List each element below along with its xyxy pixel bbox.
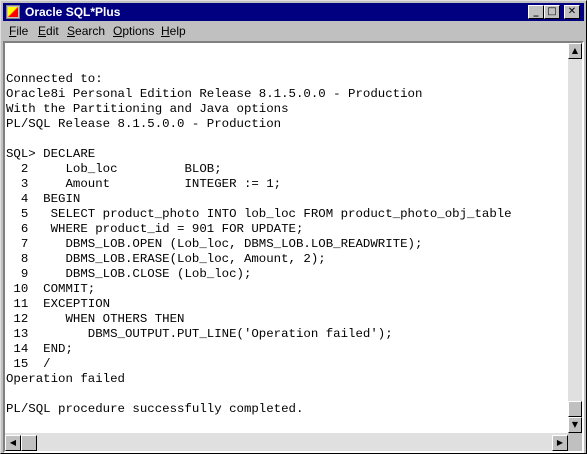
console-line: 2 Lob_loc BLOB; [6, 162, 222, 176]
console-line: 7 DBMS_LOB.OPEN (Lob_loc, DBMS_LOB.LOB_R… [6, 237, 423, 251]
menu-search-mnemonic: S [67, 24, 76, 38]
console-line: 14 END; [6, 342, 73, 356]
console-line: 13 DBMS_OUTPUT.PUT_LINE('Operation faile… [6, 327, 393, 341]
sqlplus-app-icon[interactable] [6, 5, 20, 19]
menu-options-label: ptions [122, 24, 155, 38]
console-line: 15 / [6, 357, 51, 371]
minimize-button[interactable]: _ [528, 5, 544, 19]
vertical-scroll-thumb[interactable] [568, 401, 582, 417]
scrollbar-corner [568, 433, 582, 451]
menu-edit-label: dit [46, 24, 59, 38]
menu-options[interactable]: Options [113, 22, 154, 40]
client-area: Connected to: Oracle8i Personal Edition R… [3, 41, 584, 453]
console-line: 11 EXCEPTION [6, 297, 111, 311]
window-title: Oracle SQL*Plus [25, 5, 121, 19]
console-line: 8 DBMS_LOB.ERASE(Lob_loc, Amount, 2); [6, 252, 326, 266]
menu-edit[interactable]: Edit [38, 22, 59, 40]
menu-options-mnemonic: O [113, 24, 123, 38]
scroll-up-icon[interactable]: ▲ [568, 43, 582, 59]
sqlplus-window: Oracle SQL*Plus _ □ ✕ File Edit Search O… [0, 0, 587, 454]
console-line: PL/SQL procedure successfully completed. [6, 402, 304, 416]
scroll-right-icon[interactable]: ▶ [552, 435, 568, 451]
console-line: 12 WHEN OTHERS THEN [6, 312, 185, 326]
console-text: Connected to: Oracle8i Personal Edition R… [6, 57, 512, 433]
console-line: Connected to: [6, 72, 103, 86]
menu-help[interactable]: Help [161, 22, 186, 40]
menu-file[interactable]: File [9, 22, 28, 40]
menu-bar: File Edit Search Options Help [3, 22, 584, 40]
menu-help-label: elp [169, 24, 186, 38]
menu-search-label: earch [75, 24, 106, 38]
console-line: 3 Amount INTEGER := 1; [6, 177, 282, 191]
console-line: With the Partitioning and Java options [6, 102, 289, 116]
scroll-down-icon[interactable]: ▼ [568, 417, 582, 433]
console-line: SQL> DECLARE [6, 147, 96, 161]
horizontal-scroll-thumb[interactable] [21, 435, 37, 451]
console-line: Operation failed [6, 372, 125, 386]
scroll-left-icon[interactable]: ◀ [5, 435, 21, 451]
console-line: PL/SQL Release 8.1.5.0.0 - Production [6, 117, 282, 131]
console-output[interactable]: Connected to: Oracle8i Personal Edition R… [5, 43, 568, 433]
console-line: 6 WHERE product_id = 901 FOR UPDATE; [6, 222, 304, 236]
console-line: 10 COMMIT; [6, 282, 96, 296]
menu-help-mnemonic: H [161, 24, 170, 38]
console-line: 4 BEGIN [6, 192, 81, 206]
menu-file-label: ile [16, 24, 29, 38]
close-button[interactable]: ✕ [564, 5, 580, 19]
vertical-scrollbar[interactable]: ▲ ▼ [568, 43, 582, 433]
console-line: 9 DBMS_LOB.CLOSE (Lob_loc); [6, 267, 252, 281]
menu-search[interactable]: Search [67, 22, 105, 40]
menu-edit-mnemonic: E [38, 24, 47, 38]
console-line: Oracle8i Personal Edition Release 8.1.5.… [6, 87, 423, 101]
maximize-button[interactable]: □ [544, 5, 560, 19]
title-bar[interactable]: Oracle SQL*Plus _ □ ✕ [3, 3, 584, 21]
console-line: 5 SELECT product_photo INTO lob_loc FROM… [6, 207, 512, 221]
horizontal-scrollbar[interactable]: ◀ ▶ [5, 433, 568, 451]
